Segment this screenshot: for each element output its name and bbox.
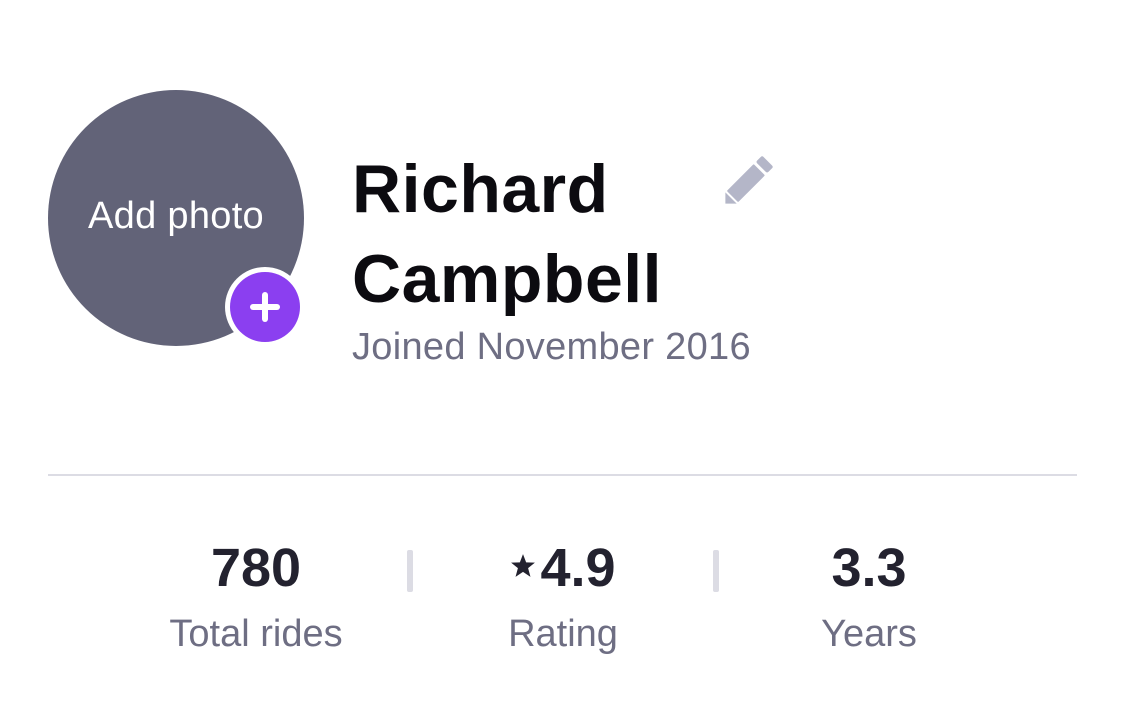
stat-total-rides: 780 Total rides [106, 532, 406, 664]
last-name: Campbell [352, 241, 663, 317]
stat-value: 780 [106, 532, 406, 604]
pencil-icon[interactable] [720, 153, 776, 209]
years-value: 3.3 [831, 538, 907, 598]
star-icon [511, 554, 536, 577]
add-photo-label: Add photo [88, 194, 264, 237]
rating-value: 4.9 [540, 538, 616, 598]
joined-date: Joined November 2016 [352, 326, 751, 368]
first-name: Richard [352, 151, 609, 227]
total-rides-value: 780 [210, 538, 302, 598]
stat-value: 3.3 [719, 532, 1019, 604]
rating-label: Rating [508, 613, 618, 655]
divider [48, 474, 1077, 476]
stat-rating: 4.9 Rating [413, 532, 713, 664]
plus-icon [230, 272, 300, 342]
profile-name: Richard Campbell [352, 144, 712, 324]
years-label: Years [821, 613, 917, 655]
stat-value: 4.9 [413, 532, 713, 604]
total-rides-label: Total rides [169, 613, 343, 655]
add-photo-button[interactable] [225, 267, 305, 347]
stat-years: 3.3 Years [719, 532, 1019, 664]
